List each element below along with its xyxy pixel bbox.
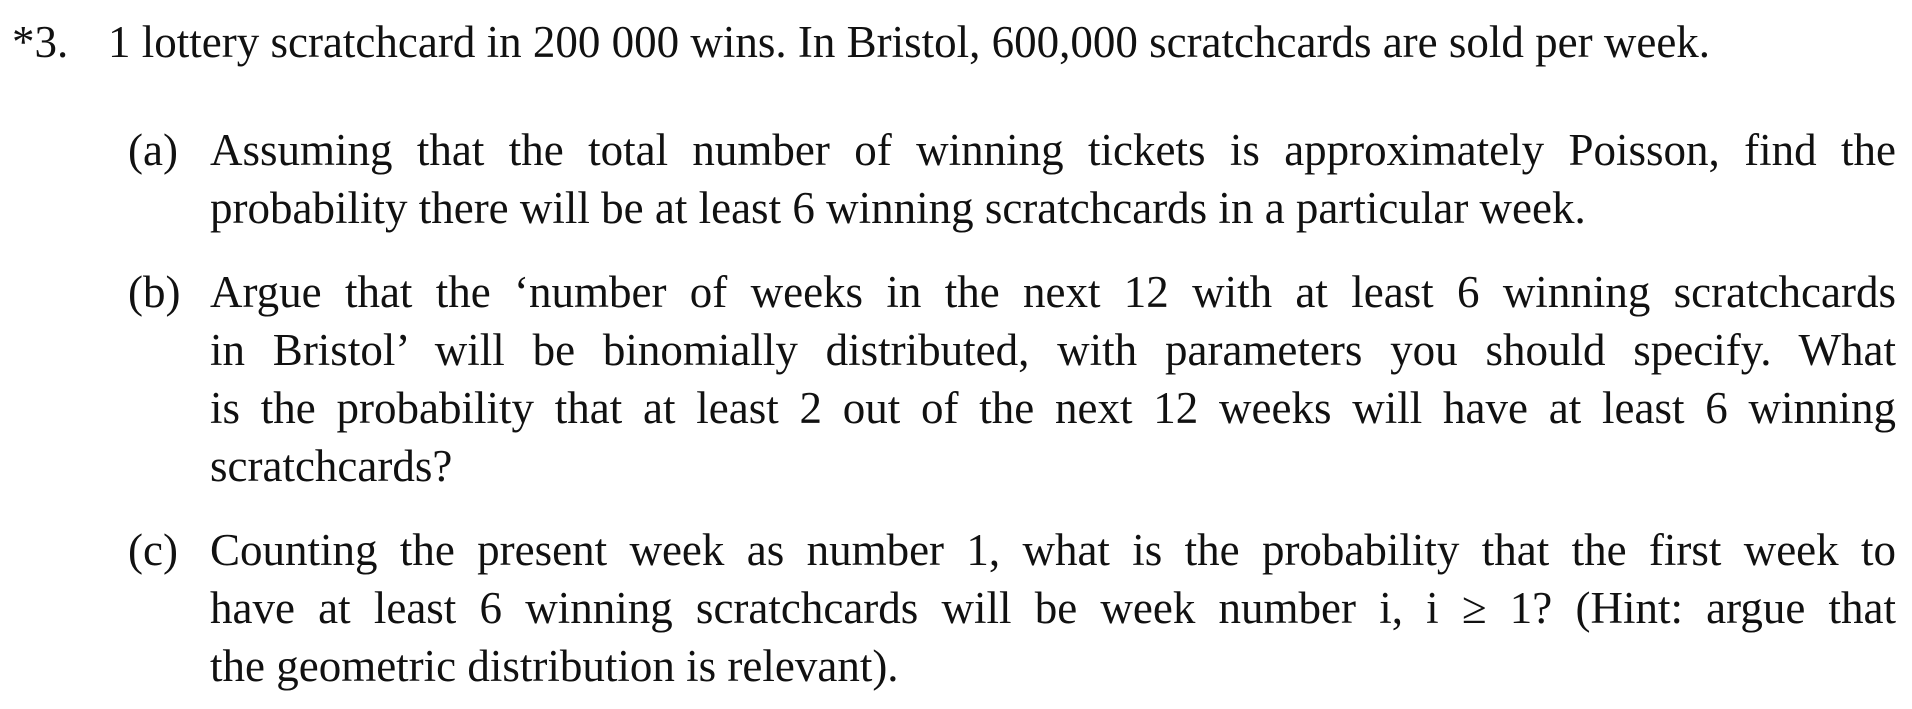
- part-b-line-4: scratchcards?: [210, 441, 453, 491]
- part-c-line-3: the geometric distribution is relevant).: [210, 641, 899, 691]
- part-b-label: (b): [128, 267, 181, 317]
- question-number: *3.: [12, 17, 69, 67]
- document-page: *3. 1 lottery scratchcard in 200 000 win…: [0, 0, 1912, 709]
- part-c-line-1: Counting the present week as number 1, w…: [210, 525, 1896, 575]
- part-b-line-3: is the probability that at least 2 out o…: [210, 383, 1896, 433]
- part-a-label: (a): [128, 125, 178, 175]
- part-a-line-1: Assuming that the total number of winnin…: [210, 125, 1896, 175]
- part-a-line-2: probability there will be at least 6 win…: [210, 183, 1586, 233]
- part-c-line-2: have at least 6 winning scratchcards wil…: [210, 583, 1896, 633]
- part-b-line-2: in Bristol’ will be binomially distribut…: [210, 325, 1896, 375]
- part-c-label: (c): [128, 525, 178, 575]
- part-b-line-1: Argue that the ‘number of weeks in the n…: [210, 267, 1896, 317]
- question-stem: 1 lottery scratchcard in 200 000 wins. I…: [108, 17, 1711, 67]
